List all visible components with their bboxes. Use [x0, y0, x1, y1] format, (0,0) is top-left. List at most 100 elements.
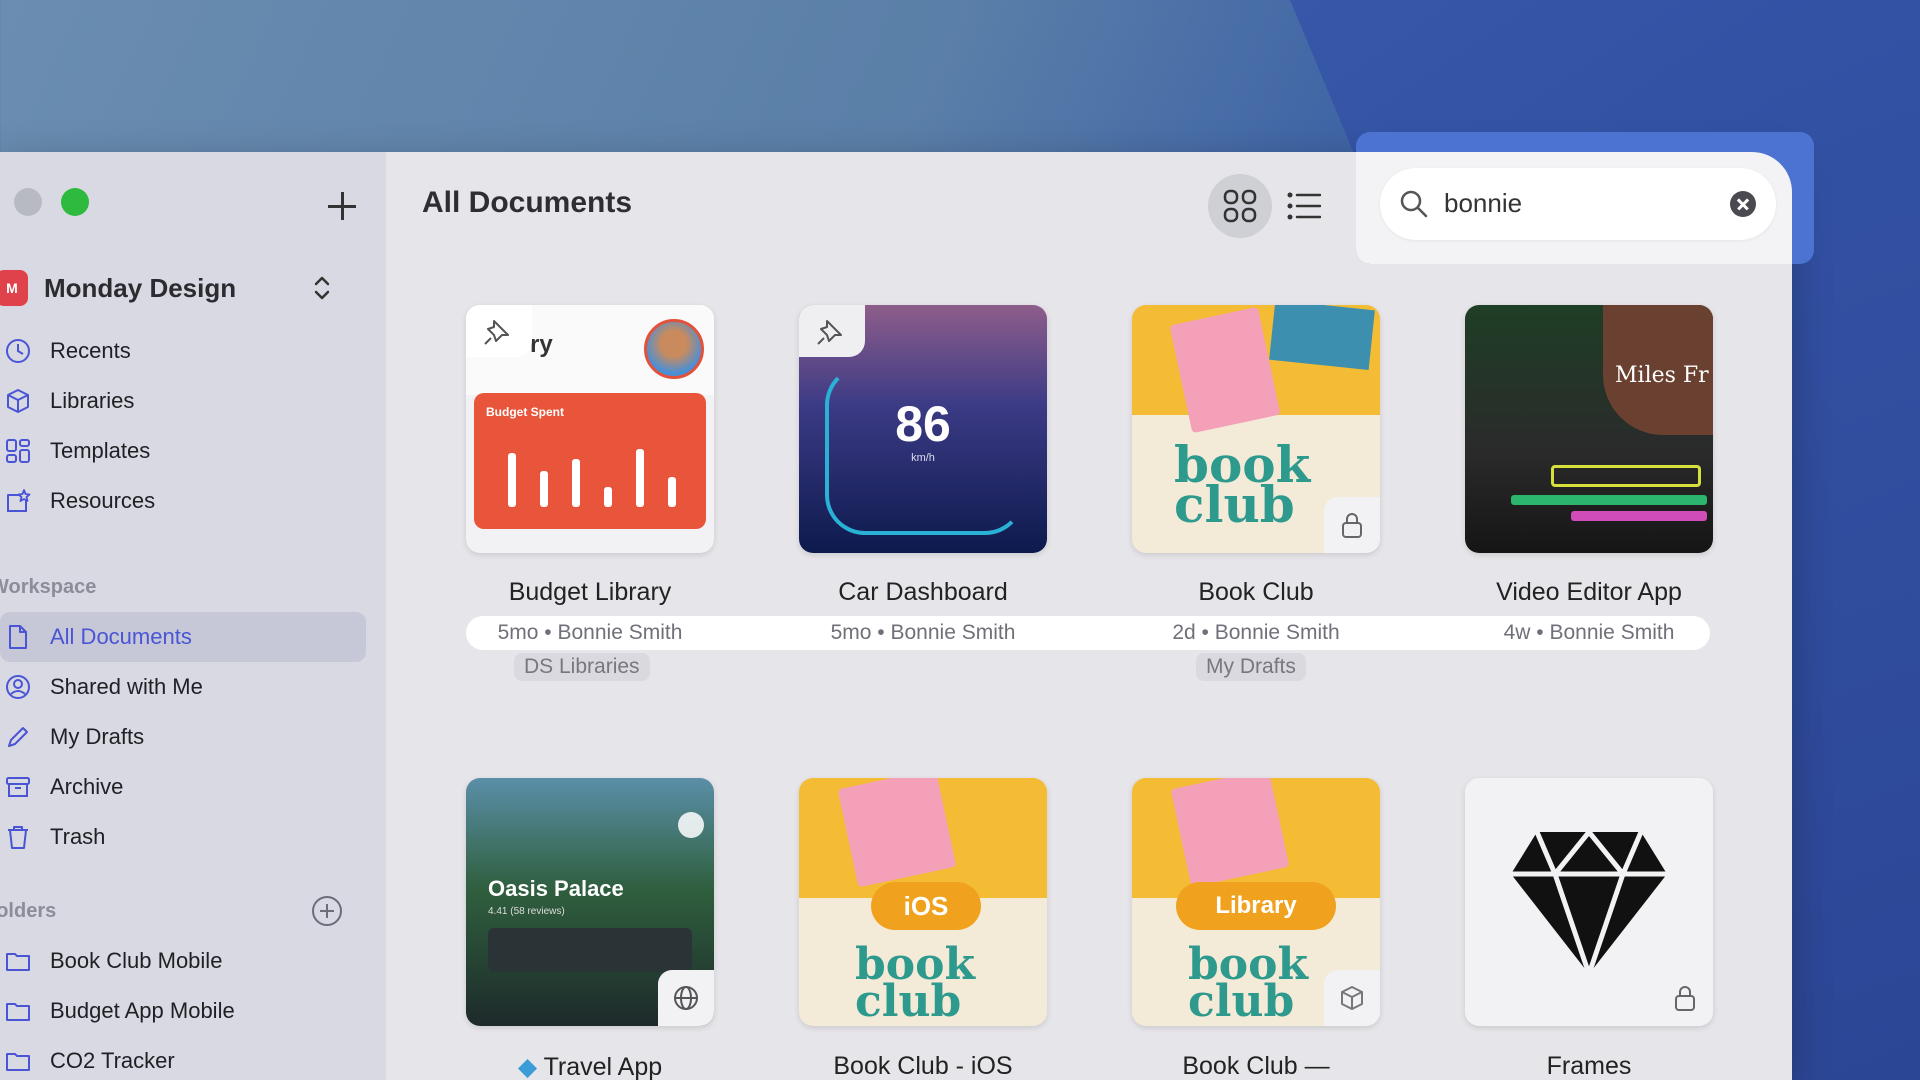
document-meta: 4w • Bonnie Smith [1503, 621, 1675, 644]
sketch-gem-icon: ◆ [517, 1053, 538, 1080]
workspace-name: Monday Design [44, 272, 237, 303]
folders-section-label: Folders [0, 900, 57, 922]
grid-view-button[interactable] [1208, 174, 1272, 238]
document-thumbnail[interactable]: Library book club [1132, 778, 1380, 1026]
sidebar-item-archive[interactable]: Archive [0, 762, 386, 812]
sidebar-item-label: Recents [50, 338, 131, 363]
sidebar-item-trash[interactable]: Trash [0, 812, 386, 862]
thumb-text: Oasis Palace [488, 876, 624, 901]
document-thumbnail[interactable]: 86 km/h [799, 305, 1047, 553]
thumb-text: ry [530, 331, 553, 358]
search-icon [1400, 190, 1428, 218]
folder-item[interactable]: CO2 Tracker [0, 1036, 386, 1080]
document-thumbnail[interactable]: Oasis Palace 4.41 (58 reviews) [466, 778, 714, 1026]
folders-nav: Book Club Mobile Budget App Mobile CO2 T… [0, 936, 386, 1080]
close-icon [678, 812, 704, 838]
document-meta: 5mo • Bonnie Smith [497, 621, 683, 644]
avatar [644, 319, 704, 379]
sketch-diamond-icon [1511, 829, 1667, 977]
new-document-button[interactable] [322, 186, 362, 226]
workspace-logo: M [0, 270, 28, 306]
workspace-switcher[interactable]: M Monday Design [0, 264, 350, 312]
document-title[interactable]: Video Editor App [1439, 578, 1739, 607]
sidebar-item-my-drafts[interactable]: My Drafts [0, 712, 386, 762]
ios-badge: iOS [871, 882, 981, 930]
sidebar-item-recents[interactable]: Recents [0, 326, 386, 376]
cube-icon [7, 389, 29, 413]
folder-label: Book Club Mobile [50, 948, 223, 973]
document-title[interactable]: Book Club [1106, 578, 1406, 607]
document-title-row[interactable]: ◆ Travel App [440, 1052, 740, 1080]
pin-icon [484, 320, 509, 345]
sidebar-item-label: Templates [50, 438, 151, 463]
sidebar-item-resources[interactable]: Resources [0, 476, 386, 526]
folder-tag[interactable]: DS Libraries [514, 653, 650, 681]
folder-item[interactable]: Book Club Mobile [0, 936, 386, 986]
document-meta: 2d • Bonnie Smith [1172, 621, 1340, 644]
document-meta: 5mo • Bonnie Smith [830, 621, 1016, 644]
sidebar-item-label: My Drafts [50, 724, 145, 749]
pin-icon [817, 320, 842, 345]
document-icon [9, 625, 27, 649]
trash-icon [8, 826, 28, 849]
folder-tag[interactable]: My Drafts [1196, 653, 1306, 681]
sidebar-item-templates[interactable]: Templates [0, 426, 386, 476]
lock-badge [1324, 497, 1380, 553]
globe-icon [674, 986, 698, 1010]
chevron-updown-icon [314, 276, 330, 300]
pin-button[interactable] [799, 305, 865, 357]
templates-icon [6, 439, 30, 463]
page-title: All Documents [422, 186, 633, 219]
resources-icon [7, 489, 31, 512]
document-thumbnail[interactable]: iOS book club [799, 778, 1047, 1026]
primary-nav: Recents Libraries Templates Resources [0, 326, 386, 526]
cube-icon [1341, 986, 1363, 1010]
thumb-text: Miles Fr [1615, 363, 1709, 388]
pencil-icon [8, 727, 28, 747]
window-controls [14, 188, 89, 216]
document-title[interactable]: Budget Library [440, 578, 740, 607]
speed-value: 86 [895, 396, 951, 452]
folder-icon [6, 1003, 30, 1021]
sidebar-item-label: Shared with Me [50, 674, 203, 699]
library-type-badge [1324, 970, 1380, 1026]
workspace-nav: All Documents Shared with Me My Drafts A… [0, 612, 386, 862]
document-title[interactable]: Book Club - iOS [773, 1052, 1073, 1080]
folder-label: CO2 Tracker [50, 1048, 175, 1073]
sidebar-item-label: Trash [50, 824, 106, 849]
document-title[interactable]: Car Dashboard [773, 578, 1073, 607]
folder-label: Budget App Mobile [50, 998, 235, 1023]
grid-icon [1223, 189, 1257, 223]
clear-search-icon[interactable] [1730, 191, 1756, 217]
minimize-button[interactable] [14, 188, 42, 216]
document-title: Travel App [543, 1053, 663, 1080]
search-field[interactable]: bonnie [1380, 168, 1776, 240]
person-icon [6, 675, 30, 699]
search-input[interactable]: bonnie [1444, 188, 1522, 219]
document-title[interactable]: Book Club — [1106, 1052, 1406, 1080]
sidebar-item-label: Libraries [50, 388, 135, 413]
sidebar: M Monday Design Recents Libraries Templa… [0, 152, 386, 1080]
archive-icon [6, 777, 30, 797]
sidebar-item-label: Resources [50, 488, 156, 513]
clock-icon [6, 339, 30, 363]
document-title[interactable]: Frames [1439, 1052, 1739, 1080]
folder-icon [6, 953, 30, 971]
folder-item[interactable]: Budget App Mobile [0, 986, 386, 1036]
document-thumbnail[interactable]: book club [1132, 305, 1380, 553]
lock-icon [1342, 513, 1362, 538]
lock-icon [1675, 986, 1695, 1011]
budget-chart-thumb: Budget Spent [474, 393, 706, 529]
document-thumbnail[interactable]: Miles Fr [1465, 305, 1713, 553]
document-thumbnail[interactable] [1465, 778, 1713, 1026]
zoom-button[interactable] [61, 188, 89, 216]
workspace-section-label: Workspace [0, 576, 97, 598]
add-folder-button[interactable] [312, 896, 342, 926]
list-view-button[interactable] [1272, 174, 1336, 238]
document-thumbnail[interactable]: ry Budget Spent [466, 305, 714, 553]
sidebar-item-libraries[interactable]: Libraries [0, 376, 386, 426]
view-toggle [1208, 174, 1344, 238]
sidebar-item-shared-with-me[interactable]: Shared with Me [0, 662, 386, 712]
sidebar-item-all-documents[interactable]: All Documents [0, 612, 366, 662]
pin-button[interactable] [466, 305, 532, 357]
